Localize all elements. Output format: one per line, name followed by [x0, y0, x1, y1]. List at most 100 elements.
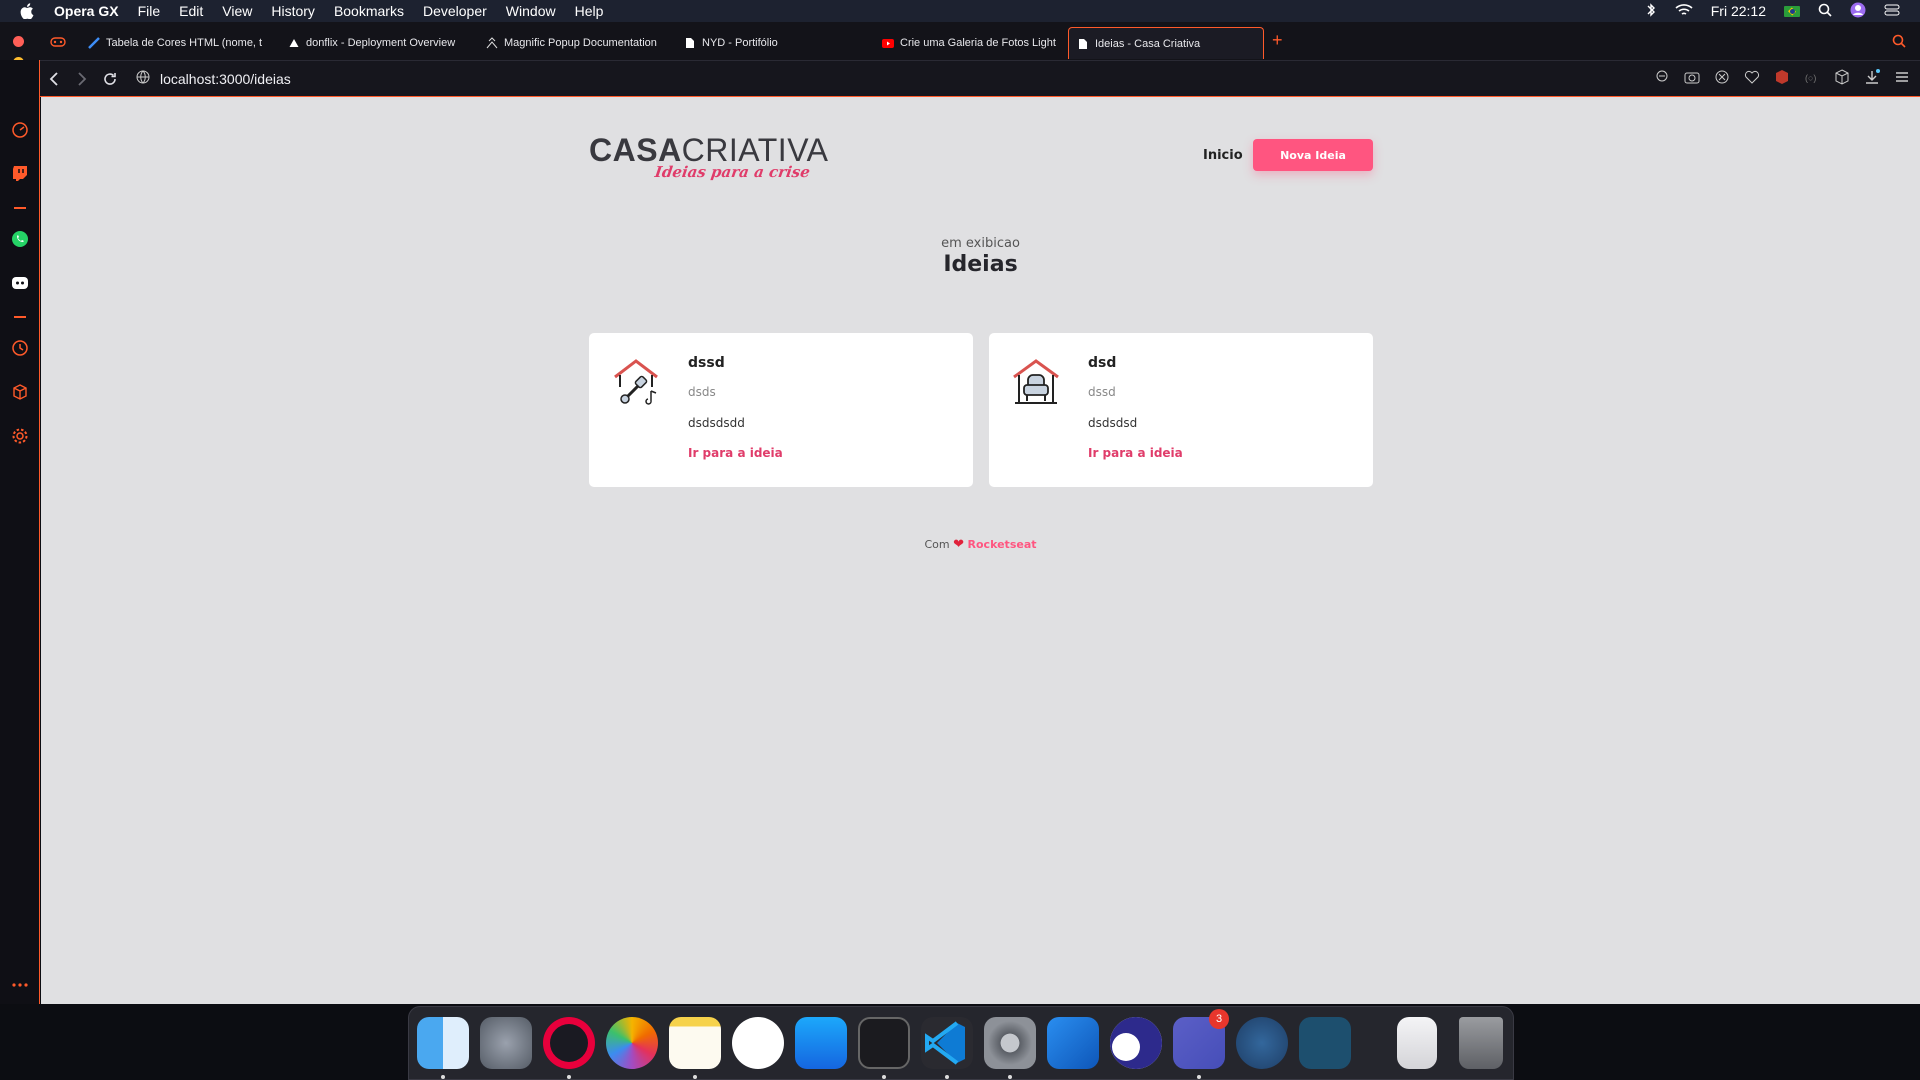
new-idea-button[interactable]: Nova Ideia [1253, 139, 1373, 171]
site-logo[interactable]: CASACRIATIVA Ideias para a crise [589, 133, 829, 185]
menu-edit[interactable]: Edit [179, 3, 203, 19]
control-center-icon[interactable] [1884, 3, 1900, 19]
easy-setup-menu-icon[interactable] [1894, 69, 1910, 85]
opera-sidebar [0, 60, 40, 1004]
sidebar-divider [14, 316, 26, 318]
address-bar: localhost:3000/ideias (○) [40, 60, 1920, 97]
running-indicator [567, 1075, 571, 1079]
menu-app-name[interactable]: Opera GX [54, 3, 119, 19]
menu-bookmarks[interactable]: Bookmarks [334, 3, 404, 19]
menu-file[interactable]: File [138, 3, 161, 19]
bookmark-heart-icon[interactable] [1744, 69, 1760, 85]
menu-view[interactable]: View [222, 3, 252, 19]
tab-donflix[interactable]: donflix - Deployment Overview [280, 27, 478, 59]
tab-label: Ideias - Casa Criativa [1095, 37, 1201, 50]
zoom-icon[interactable] [1654, 69, 1670, 85]
house-chair-icon [1011, 357, 1061, 407]
tab-label: NYD - Portifólio [702, 37, 778, 49]
nav-link-inicio[interactable]: Inicio [1203, 148, 1243, 163]
youtube-icon [882, 37, 894, 49]
extensions-cube-icon[interactable] [10, 382, 30, 402]
gx-controller-icon[interactable] [50, 35, 66, 47]
running-indicator [1197, 1075, 1201, 1079]
beekeeper-icon[interactable] [1110, 1017, 1162, 1069]
web-page: CASACRIATIVA Ideias para a crise Inicio … [41, 97, 1920, 1004]
zip-archive-icon[interactable] [1397, 1017, 1437, 1069]
card-category: dssd [1088, 385, 1116, 399]
opera-gx-icon[interactable] [543, 1017, 595, 1069]
card-description: dsdsdsd [1088, 416, 1138, 430]
app-store-icon[interactable] [795, 1017, 847, 1069]
settings-gear-icon[interactable] [10, 426, 30, 446]
menu-window[interactable]: Window [506, 3, 556, 19]
card-category: dsds [688, 385, 716, 399]
downloads-icon[interactable] [1864, 69, 1880, 85]
magnific-icon [486, 37, 498, 49]
user-avatar-icon[interactable] [1850, 2, 1866, 21]
color-table-icon [88, 37, 100, 49]
wifi-icon[interactable] [1675, 3, 1693, 20]
svg-text:(○): (○) [1805, 73, 1816, 83]
vercel-triangle-icon [288, 37, 300, 49]
forward-button[interactable] [68, 65, 96, 93]
history-clock-icon[interactable] [10, 338, 30, 358]
more-dots-icon[interactable] [10, 975, 30, 995]
url-text[interactable]: localhost:3000/ideias [160, 71, 291, 87]
card-link[interactable]: Ir para a ideia [688, 446, 783, 460]
music-icon[interactable] [732, 1017, 784, 1069]
twitch-icon[interactable] [10, 163, 30, 183]
mysql-workbench-icon[interactable] [1299, 1017, 1351, 1069]
footer-rocketseat-link[interactable]: Rocketseat [968, 538, 1037, 551]
vpn-icon[interactable]: (○) [1804, 69, 1820, 85]
tab-search-icon[interactable] [1892, 34, 1906, 53]
tab-nyd[interactable]: NYD - Portifólio [676, 27, 874, 59]
spotlight-search-icon[interactable] [1818, 3, 1832, 20]
finder-icon[interactable] [417, 1017, 469, 1069]
notes-icon[interactable] [669, 1017, 721, 1069]
tab-youtube[interactable]: Crie uma Galeria de Fotos Light [874, 27, 1068, 59]
xcode-icon[interactable] [1047, 1017, 1099, 1069]
postgres-elephant-icon[interactable] [1236, 1017, 1288, 1069]
sidebar-divider [14, 207, 26, 209]
system-preferences-icon[interactable] [984, 1017, 1036, 1069]
running-indicator [441, 1075, 445, 1079]
snapshot-camera-icon[interactable] [1684, 69, 1700, 85]
tab-magnific[interactable]: Magnific Popup Documentation [478, 27, 676, 59]
card-link[interactable]: Ir para a ideia [1088, 446, 1183, 460]
bluetooth-icon[interactable] [1645, 2, 1657, 20]
launchpad-rocket-icon[interactable] [480, 1017, 532, 1069]
card-description: dsdsdsdd [688, 416, 745, 430]
reload-button[interactable] [96, 65, 124, 93]
menubar-clock[interactable]: Fri 22:12 [1711, 3, 1766, 19]
trash-icon[interactable] [1459, 1017, 1503, 1069]
tab-label: Magnific Popup Documentation [504, 37, 657, 49]
box-icon[interactable] [1834, 69, 1850, 85]
discord-icon[interactable] [10, 273, 30, 293]
photos-icon[interactable] [606, 1017, 658, 1069]
new-tab-plus-icon[interactable]: + [1272, 30, 1283, 51]
page-footer: Com ❤ Rocketseat [41, 537, 1920, 552]
back-button[interactable] [40, 65, 68, 93]
extension-cube-icon[interactable] [1774, 69, 1790, 85]
tab-label: donflix - Deployment Overview [306, 37, 456, 49]
card-title: dsd [1088, 355, 1117, 371]
heart-icon: ❤ [953, 537, 965, 552]
ad-block-icon[interactable] [1714, 69, 1730, 85]
url-field[interactable]: localhost:3000/ideias [136, 70, 291, 87]
footer-prefix: Com [924, 538, 950, 551]
tab-color-table[interactable]: Tabela de Cores HTML (nome, t [80, 27, 280, 59]
menu-developer[interactable]: Developer [423, 3, 487, 19]
vscode-icon[interactable] [921, 1017, 973, 1069]
close-window-button[interactable] [13, 36, 24, 47]
terminal-icon[interactable] [858, 1017, 910, 1069]
site-info-globe-icon[interactable] [136, 70, 150, 87]
tab-ideias-active[interactable]: Ideias - Casa Criativa [1068, 27, 1264, 59]
gx-control-speedometer-icon[interactable] [10, 120, 30, 140]
macos-dock: 3 [408, 1006, 1514, 1080]
whatsapp-icon[interactable] [10, 229, 30, 249]
menu-history[interactable]: History [271, 3, 315, 19]
input-source-brazil-flag-icon[interactable] [1784, 5, 1800, 17]
menu-help[interactable]: Help [575, 3, 604, 19]
apple-icon[interactable] [20, 3, 34, 19]
section-title: Ideias [943, 252, 1018, 277]
